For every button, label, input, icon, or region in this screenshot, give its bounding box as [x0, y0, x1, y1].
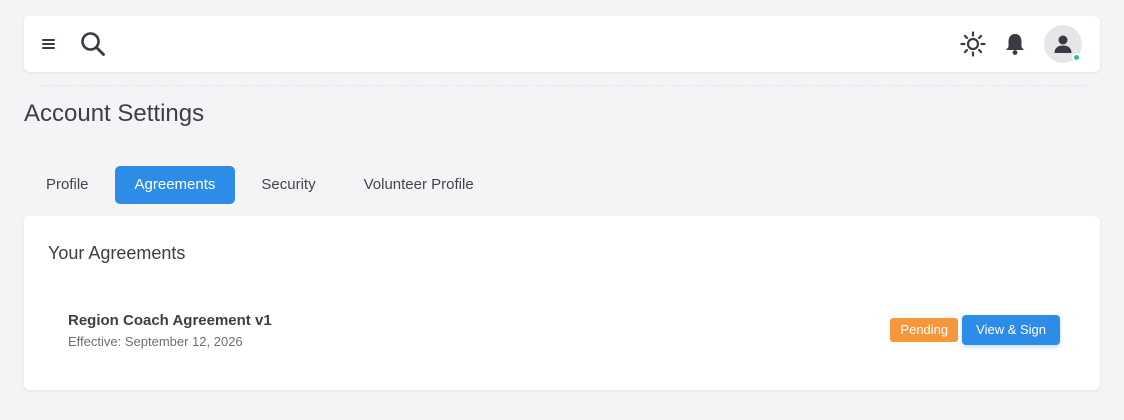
user-avatar[interactable]: [1044, 25, 1082, 63]
agreement-info: Region Coach Agreement v1 Effective: Sep…: [68, 312, 272, 349]
agreement-name: Region Coach Agreement v1: [68, 311, 272, 329]
sun-icon[interactable]: [960, 31, 986, 57]
view-and-sign-button[interactable]: View & Sign: [962, 315, 1060, 345]
settings-tabs: Profile Agreements Security Volunteer Pr…: [24, 166, 496, 204]
status-badge: Pending: [890, 318, 959, 342]
card-title: Your Agreements: [48, 243, 186, 263]
tab-security[interactable]: Security: [239, 166, 337, 204]
top-navbar: [24, 16, 1100, 72]
tab-agreements[interactable]: Agreements: [114, 166, 236, 204]
header-divider: [40, 85, 1090, 86]
menu-icon[interactable]: [42, 38, 56, 50]
agreements-card: Your Agreements Region Coach Agreement v…: [24, 216, 1100, 390]
tab-profile[interactable]: Profile: [24, 166, 111, 204]
tab-volunteer-profile[interactable]: Volunteer Profile: [342, 166, 496, 204]
bell-icon[interactable]: [1004, 32, 1026, 56]
online-status-dot: [1072, 53, 1081, 62]
page-title: Account Settings: [24, 100, 205, 127]
navbar-left: [42, 31, 106, 57]
search-icon[interactable]: [80, 31, 106, 57]
agreement-actions: Pending View & Sign: [890, 315, 1060, 345]
navbar-right: [960, 25, 1082, 63]
user-icon: [1054, 35, 1072, 53]
agreement-effective-date: Effective: September 12, 2026: [68, 333, 243, 349]
agreement-row: Region Coach Agreement v1 Effective: Sep…: [68, 310, 1060, 350]
